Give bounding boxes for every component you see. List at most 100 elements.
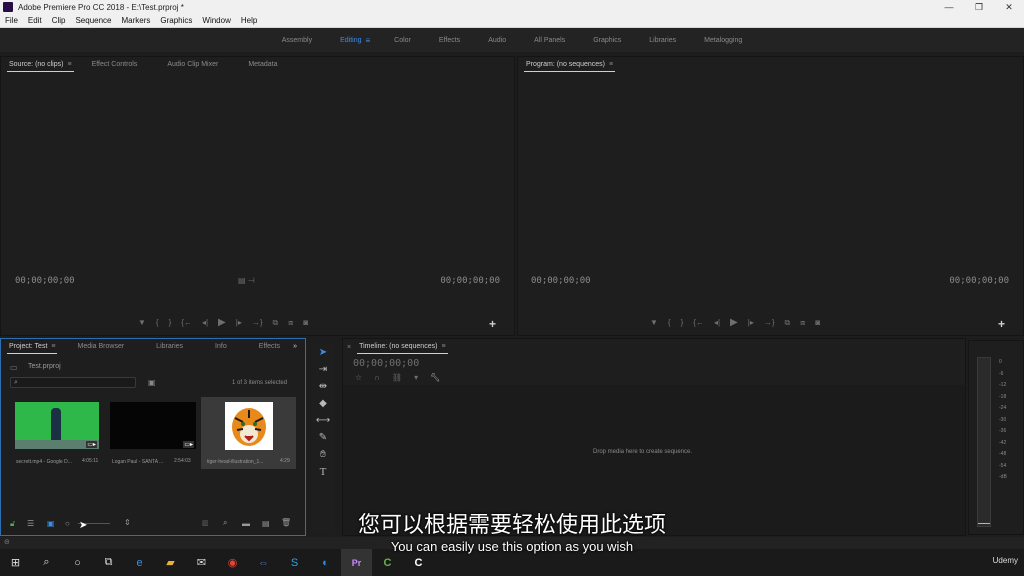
panel-menu-icon[interactable]: ≡ — [51, 343, 55, 350]
search-icon: ⌕ — [14, 379, 18, 386]
mark-out-icon[interactable]: } — [169, 318, 172, 327]
project-item-duration: 4:05:11 — [82, 458, 99, 464]
overwrite-icon[interactable]: ⧈ — [288, 318, 293, 328]
workspace-assembly[interactable]: Assembly — [268, 37, 326, 44]
workspace-graphics[interactable]: Graphics — [579, 37, 635, 44]
minimize-button[interactable]: — — [934, 0, 964, 14]
linked-selection-icon[interactable]: ⛓︎ — [392, 373, 402, 382]
timeline-timecode[interactable]: 00;00;00;00 — [353, 358, 419, 369]
add-button[interactable]: + — [489, 317, 496, 331]
menu-graphics[interactable]: Graphics — [155, 16, 197, 25]
marker-icon[interactable]: ▼ — [138, 318, 146, 327]
track-select-tool-icon[interactable]: ⇥ — [312, 361, 334, 378]
tab-metadata[interactable]: Metadata — [240, 57, 285, 73]
source-monitor-panel: Source: (no clips) ≡ Effect Controls Audi… — [0, 56, 515, 336]
menu-clip[interactable]: Clip — [47, 16, 71, 25]
workspaces-bar: Assembly Editing ≡ Color Effects Audio A… — [0, 28, 1024, 52]
tab-project[interactable]: Project: Test ≡ — [1, 339, 63, 355]
marker-icon[interactable]: ▼ — [650, 318, 658, 327]
tab-libraries[interactable]: Libraries — [148, 339, 191, 355]
razor-tool-icon[interactable]: ◆ — [312, 395, 334, 412]
extract-icon[interactable]: ⧈ — [800, 318, 805, 328]
workspace-effects[interactable]: Effects — [425, 37, 474, 44]
project-search-input[interactable]: ⌕ — [10, 377, 136, 388]
go-to-in-icon[interactable]: {← — [693, 318, 704, 327]
workspace-all-panels[interactable]: All Panels — [520, 37, 579, 44]
menu-help[interactable]: Help — [236, 16, 262, 25]
project-item[interactable]: ▭▸ Logan Paul - SANTA ... 2:54:03 — [104, 397, 200, 469]
source-settings-icon[interactable]: ▤ ⊣ — [238, 276, 255, 285]
video-clip-icon: ▭▸ — [86, 441, 97, 448]
subtitle-chinese: 您可以根据需要轻松使用此选项 — [357, 513, 666, 538]
tab-effect-controls[interactable]: Effect Controls — [84, 57, 146, 73]
project-item-selected[interactable]: tiger-head-illustration_1... 4:29 — [201, 397, 296, 469]
audio-meter-panel: 0 -6 -12 -18 -24 -30 -36 -42 -48 -54 -dB — [968, 340, 1024, 535]
go-to-out-icon[interactable]: →} — [252, 318, 263, 327]
mark-in-icon[interactable]: { — [668, 318, 671, 327]
export-frame-icon[interactable]: ◙ — [815, 318, 820, 327]
pen-tool-icon[interactable]: ✎ — [312, 429, 334, 446]
premiere-logo-icon — [3, 2, 13, 12]
export-frame-icon[interactable]: ◙ — [303, 318, 308, 327]
source-transport-controls: ▼ { } {← ◂| ▶ |▸ →} ⧉ ⧈ ◙ — [133, 317, 313, 328]
window-title: Adobe Premiere Pro CC 2018 - E:\Test.prp… — [18, 2, 184, 12]
step-forward-icon[interactable]: |▸ — [748, 318, 754, 327]
hand-tool-icon[interactable]: ✋︎ — [312, 446, 334, 463]
menu-sequence[interactable]: Sequence — [70, 16, 116, 25]
wrench-icon[interactable]: 🔧︎ — [430, 373, 440, 382]
project-item-duration: 4:29 — [280, 458, 290, 464]
play-icon[interactable]: ▶ — [730, 317, 738, 328]
tab-program[interactable]: Program: (no sequences) ≡ — [518, 57, 621, 73]
menu-markers[interactable]: Markers — [117, 16, 156, 25]
go-to-out-icon[interactable]: →} — [764, 318, 775, 327]
step-forward-icon[interactable]: |▸ — [236, 318, 242, 327]
project-file-name: Test.prproj — [28, 363, 61, 370]
menu-file[interactable]: File — [0, 16, 23, 25]
mark-in-icon[interactable]: { — [156, 318, 159, 327]
step-back-icon[interactable]: ◂| — [714, 318, 720, 327]
step-back-icon[interactable]: ◂| — [202, 318, 208, 327]
insert-icon[interactable]: ⧉ — [273, 318, 279, 328]
tab-info[interactable]: Info — [207, 339, 235, 355]
source-timecode-duration: 00;00;00;00 — [440, 276, 500, 286]
snap-icon[interactable]: ∩ — [374, 373, 380, 382]
workspace-color[interactable]: Color — [380, 37, 425, 44]
tab-timeline[interactable]: Timeline: (no sequences) ≡ — [351, 339, 453, 355]
clip-thumbnail: ▭▸ — [15, 402, 99, 449]
workspace-menu-icon[interactable]: ≡ — [366, 36, 371, 45]
menu-bar: File Edit Clip Sequence Markers Graphics… — [0, 14, 1024, 28]
udemy-watermark: Udemy — [992, 556, 1018, 565]
ripple-edit-tool-icon[interactable]: ⇹ — [312, 378, 334, 395]
tab-audio-clip-mixer[interactable]: Audio Clip Mixer — [159, 57, 226, 73]
panel-menu-icon[interactable]: ≡ — [441, 343, 445, 350]
workspace-libraries[interactable]: Libraries — [635, 37, 690, 44]
panel-menu-icon[interactable]: ≡ — [67, 61, 71, 68]
tab-effects[interactable]: Effects — [251, 339, 288, 355]
timeline-toolbar: ☆ ∩ ⛓︎ ▾ 🔧︎ — [355, 373, 440, 382]
add-marker-icon[interactable]: ▾ — [414, 373, 418, 382]
go-to-in-icon[interactable]: {← — [181, 318, 192, 327]
menu-window[interactable]: Window — [197, 16, 235, 25]
workspace-metalogging[interactable]: Metalogging — [690, 37, 756, 44]
program-timecode-current[interactable]: 00;00;00;00 — [531, 276, 591, 286]
panel-overflow-icon[interactable]: » — [285, 339, 305, 355]
lift-icon[interactable]: ⧉ — [785, 318, 791, 328]
add-button[interactable]: + — [998, 317, 1005, 331]
mark-out-icon[interactable]: } — [681, 318, 684, 327]
tiger-head-illustration — [232, 408, 266, 446]
menu-edit[interactable]: Edit — [23, 16, 47, 25]
tab-media-browser[interactable]: Media Browser — [69, 339, 132, 355]
nest-icon[interactable]: ☆ — [355, 373, 362, 382]
new-bin-from-search-icon[interactable]: ▣ — [148, 378, 156, 387]
source-timecode-current[interactable]: 00;00;00;00 — [15, 276, 75, 286]
close-button[interactable]: ✕ — [994, 0, 1024, 14]
type-tool-icon[interactable]: T — [312, 463, 334, 480]
slip-tool-icon[interactable]: ⟷ — [312, 412, 334, 429]
panel-menu-icon[interactable]: ≡ — [609, 61, 613, 68]
play-icon[interactable]: ▶ — [218, 317, 226, 328]
workspace-audio[interactable]: Audio — [474, 37, 520, 44]
selection-tool-icon[interactable]: ➤ — [312, 344, 334, 361]
tab-source[interactable]: Source: (no clips) ≡ — [1, 57, 80, 73]
restore-button[interactable]: ❐ — [964, 0, 994, 14]
project-item[interactable]: ▭▸ secrett.mp4 - Google D... 4:05:11 — [8, 397, 104, 469]
